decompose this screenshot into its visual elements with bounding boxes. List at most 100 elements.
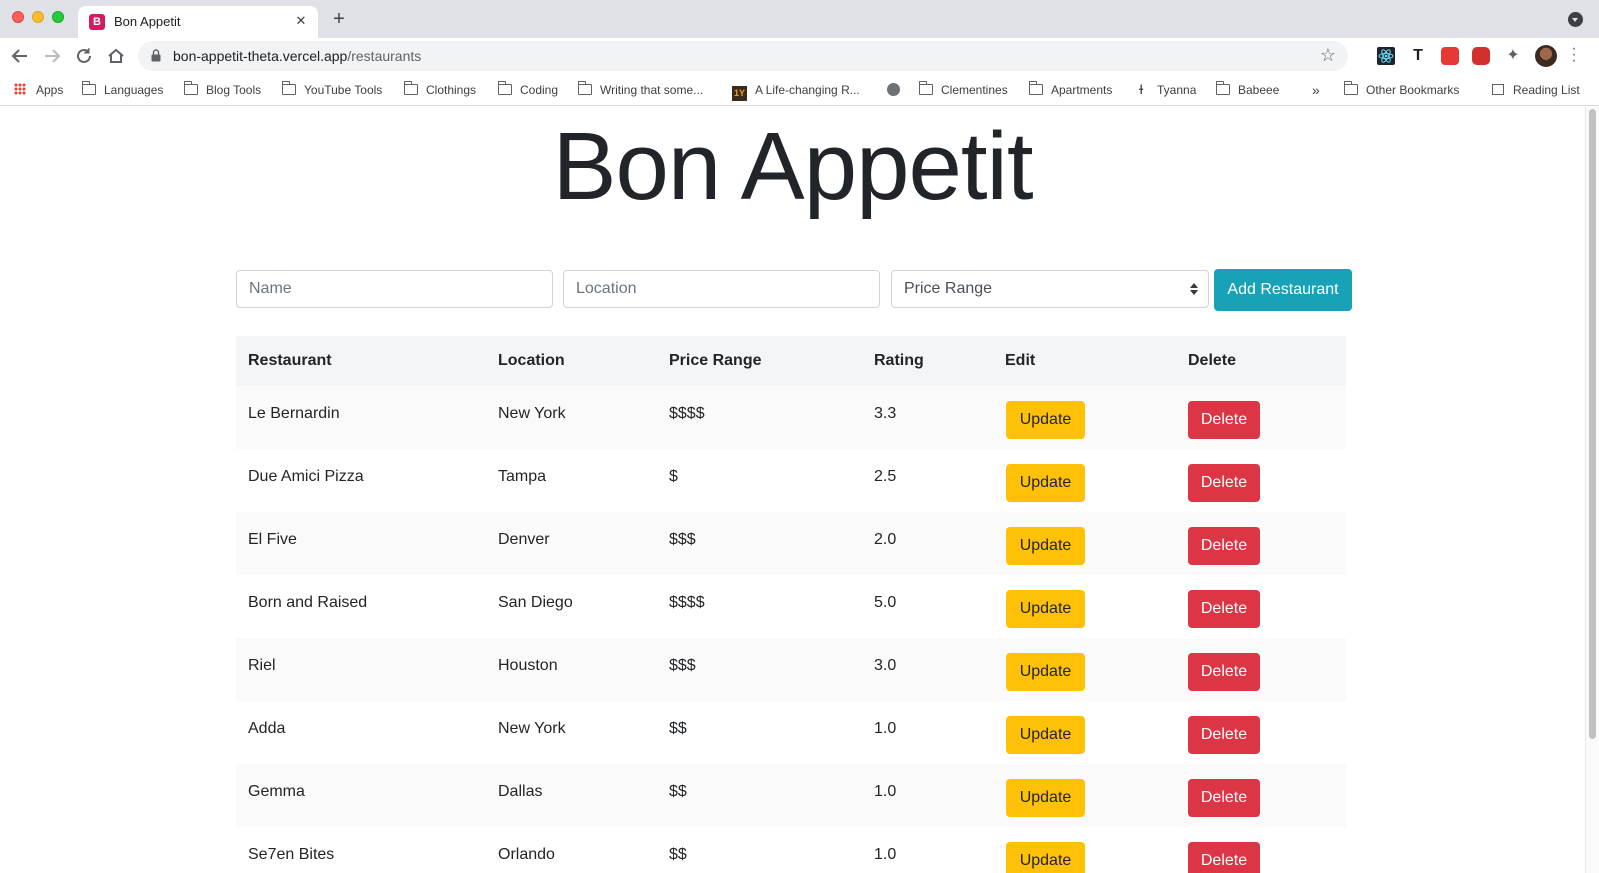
table-row: Se7en Bites Orlando $$ 1.0 Update Delete [236, 827, 1346, 873]
location-cell: Houston [498, 657, 558, 674]
bookmark-clementines[interactable]: Clementines [918, 81, 1008, 99]
back-button[interactable] [9, 45, 31, 67]
update-button[interactable]: Update [1006, 779, 1085, 817]
home-button[interactable] [105, 45, 127, 67]
column-header-restaurant: Restaurant [248, 352, 332, 369]
add-restaurant-button[interactable]: Add Restaurant [1214, 269, 1352, 311]
site-icon: 1Y [732, 86, 747, 101]
browser-tab[interactable]: B Bon Appetit ✕ [78, 6, 318, 38]
bookmark-blog-tools[interactable]: Blog Tools [183, 81, 262, 99]
location-cell: New York [498, 720, 566, 737]
delete-button[interactable]: Delete [1188, 842, 1260, 873]
site-icon: ɫ [1139, 82, 1144, 97]
price-range-cell: $$$ [669, 531, 696, 548]
tab-search-icon[interactable] [1568, 12, 1583, 27]
delete-button[interactable]: Delete [1188, 590, 1260, 628]
page-scrollbar[interactable] [1585, 107, 1599, 873]
delete-button[interactable]: Delete [1188, 653, 1260, 691]
update-button[interactable]: Update [1006, 401, 1085, 439]
delete-button[interactable]: Delete [1188, 401, 1260, 439]
restaurant-name-cell: Se7en Bites [248, 846, 335, 863]
browser-titlebar: B Bon Appetit ✕ + [0, 0, 1599, 38]
delete-button[interactable]: Delete [1188, 716, 1260, 754]
lock-icon [151, 49, 161, 62]
bookmark-label: Apartments [1051, 83, 1113, 97]
page-title: Bon Appetit [552, 113, 1033, 220]
folder-icon [1215, 81, 1230, 95]
bookmarks-overflow-chevron[interactable]: » [1312, 81, 1320, 99]
font-tool-icon[interactable]: T [1409, 47, 1427, 65]
reading-list[interactable]: Reading List [1492, 81, 1580, 99]
profile-avatar[interactable] [1535, 45, 1557, 67]
react-devtools-icon[interactable] [1377, 47, 1395, 65]
bookmark-languages[interactable]: Languages [81, 81, 163, 99]
column-header-price-range: Price Range [669, 352, 762, 369]
price-range-select[interactable]: Price Range [891, 270, 1209, 308]
table-row: Gemma Dallas $$ 1.0 Update Delete [236, 764, 1346, 827]
name-input[interactable] [236, 270, 553, 308]
globe-icon [887, 83, 900, 96]
page-content: Bon Appetit Price Range Add Restaurant R… [0, 107, 1585, 873]
delete-button[interactable]: Delete [1188, 464, 1260, 502]
table-row: Le Bernardin New York $$$$ 3.3 Update Delete [236, 386, 1346, 449]
folder-icon [403, 81, 418, 95]
bookmark-youtube-tools[interactable]: YouTube Tools [281, 81, 382, 99]
update-button[interactable]: Update [1006, 716, 1085, 754]
update-button[interactable]: Update [1006, 653, 1085, 691]
extensions-puzzle-icon[interactable]: ✦ [1504, 47, 1522, 65]
bookmark-globe[interactable] [887, 81, 900, 99]
update-button[interactable]: Update [1006, 527, 1085, 565]
url-path: /restaurants [347, 48, 422, 64]
tab-close-icon[interactable]: ✕ [292, 12, 310, 30]
delete-button[interactable]: Delete [1188, 527, 1260, 565]
folder-icon [497, 81, 512, 95]
bookmark-star-icon[interactable]: ☆ [1320, 45, 1336, 66]
reload-button[interactable] [73, 45, 95, 67]
scrollbar-thumb[interactable] [1589, 109, 1596, 739]
table-body: Le Bernardin New York $$$$ 3.3 Update Delete D… [236, 386, 1346, 873]
rating-cell: 1.0 [874, 783, 897, 800]
window-close-button[interactable] [12, 11, 24, 23]
update-button[interactable]: Update [1006, 842, 1085, 873]
url-host: bon-appetit-theta.vercel.app [173, 48, 348, 64]
bookmark-apartments[interactable]: Apartments [1028, 81, 1113, 99]
bookmark-babeee[interactable]: Babeee [1215, 81, 1279, 99]
browser-toolbar: bon-appetit-theta.vercel.app/restaurants… [0, 38, 1599, 74]
price-range-cell: $$$ [669, 657, 696, 674]
location-cell: San Diego [498, 594, 573, 611]
column-header-delete: Delete [1188, 352, 1237, 369]
red-extension-icon[interactable] [1441, 47, 1459, 65]
bookmark-life-changing[interactable]: 1Y A Life-changing R... [732, 81, 860, 101]
window-maximize-button[interactable] [52, 11, 64, 23]
video-extension-icon[interactable] [1472, 47, 1490, 65]
reading-list-icon [1492, 84, 1504, 95]
window-minimize-button[interactable] [32, 11, 44, 23]
new-tab-button[interactable]: + [329, 9, 349, 29]
bookmark-label: Other Bookmarks [1366, 83, 1460, 97]
column-header-rating: Rating [874, 352, 924, 369]
location-cell: Dallas [498, 783, 543, 800]
forward-button[interactable] [41, 45, 63, 67]
browser-menu-icon[interactable]: · · · [1570, 41, 1578, 69]
restaurants-table: Restaurant Location Price Range Rating E… [236, 336, 1346, 873]
bookmark-coding[interactable]: Coding [497, 81, 558, 99]
price-range-cell: $$$$ [669, 405, 705, 422]
bookmark-other-bookmarks[interactable]: Other Bookmarks [1343, 81, 1460, 99]
url-text: bon-appetit-theta.vercel.app/restaurants [173, 48, 421, 64]
rating-cell: 2.5 [874, 468, 897, 485]
bookmark-writing[interactable]: Writing that some... [577, 81, 703, 99]
update-button[interactable]: Update [1006, 464, 1085, 502]
rating-cell: 3.0 [874, 657, 897, 674]
bookmark-tyanna[interactable]: ɫ Tyanna [1139, 81, 1196, 99]
location-cell: Tampa [498, 468, 547, 485]
rating-cell: 1.0 [874, 846, 897, 863]
bookmark-clothings[interactable]: Clothings [403, 81, 476, 99]
bookmark-apps[interactable]: Apps [14, 81, 63, 99]
rating-cell: 5.0 [874, 594, 897, 611]
delete-button[interactable]: Delete [1188, 779, 1260, 817]
restaurant-name-cell: Le Bernardin [248, 405, 340, 422]
location-input[interactable] [563, 270, 880, 308]
address-bar[interactable]: bon-appetit-theta.vercel.app/restaurants… [138, 41, 1348, 71]
bookmark-label: Blog Tools [206, 83, 262, 97]
update-button[interactable]: Update [1006, 590, 1085, 628]
